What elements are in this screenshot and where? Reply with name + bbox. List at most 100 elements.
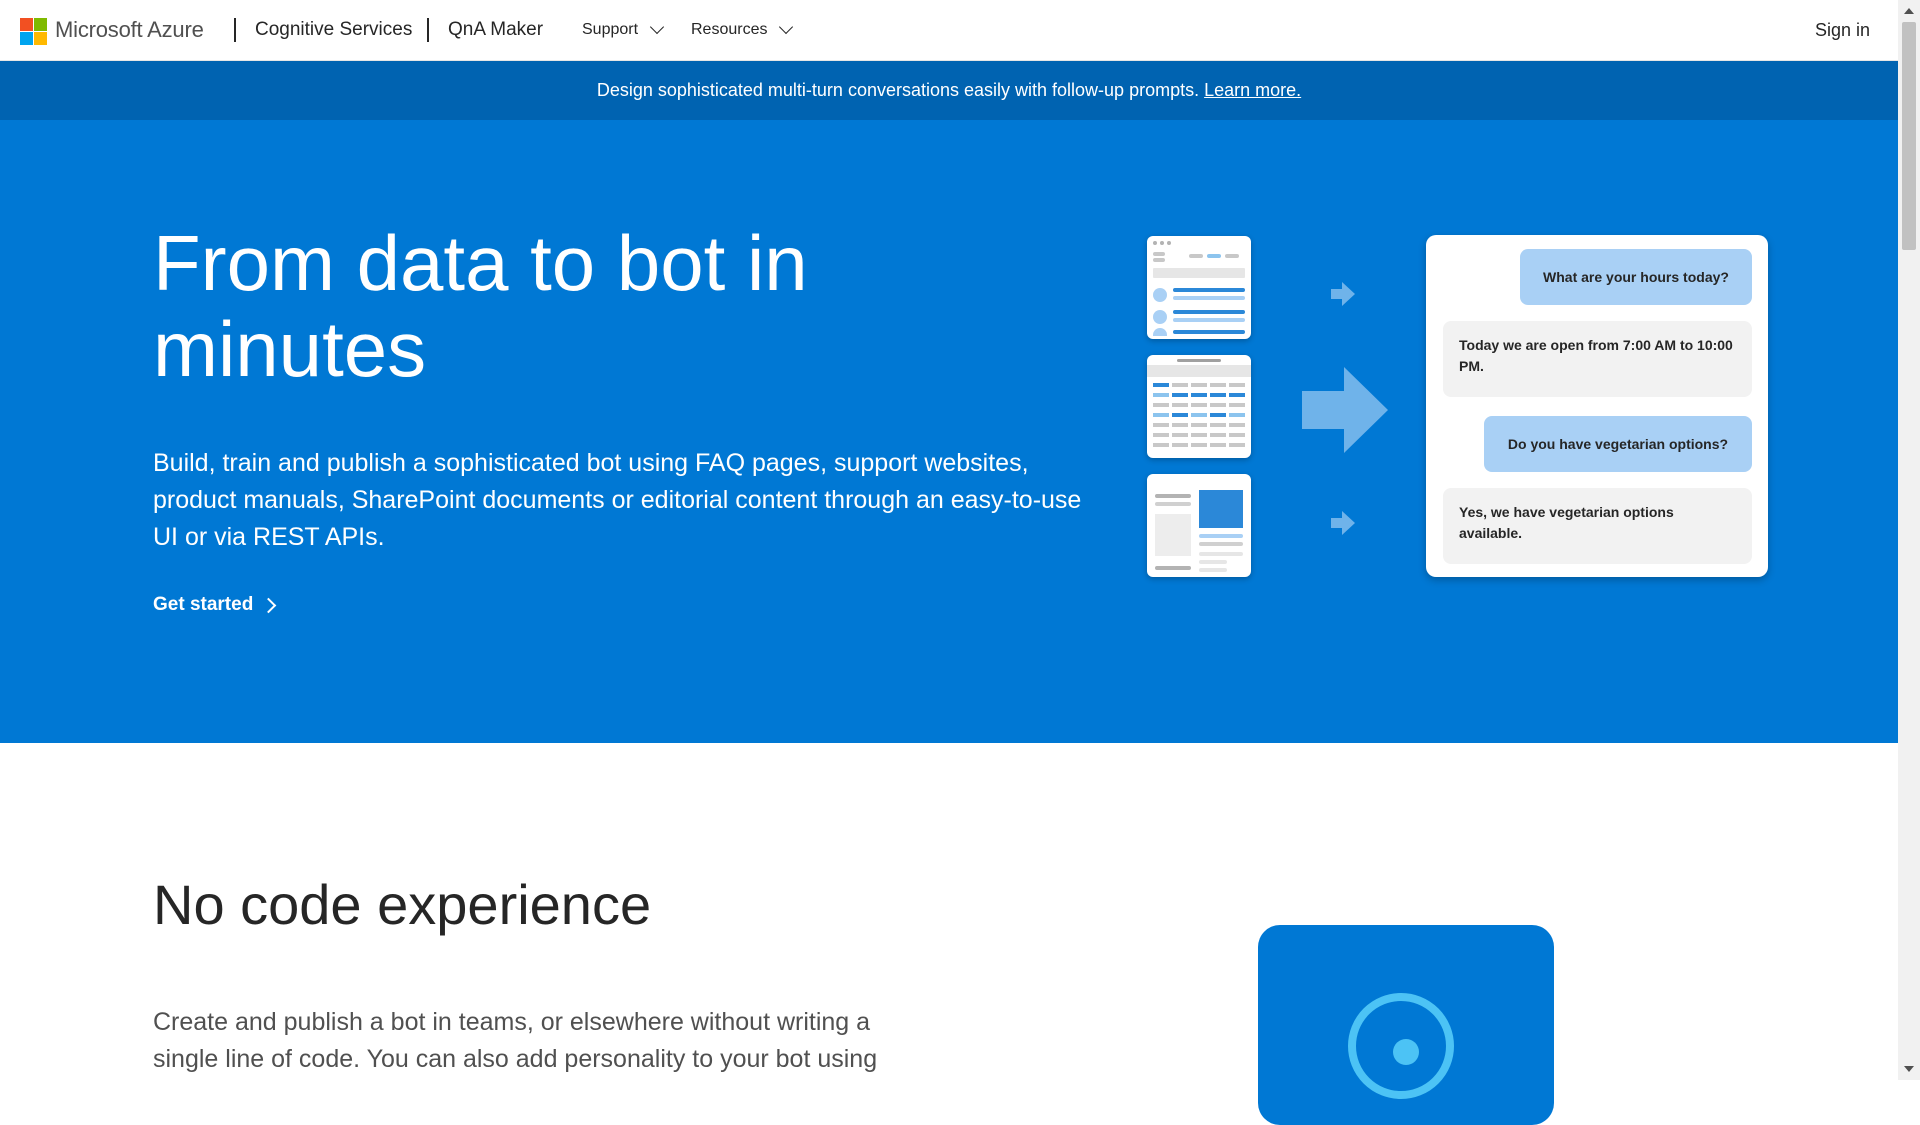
cell bbox=[1210, 423, 1226, 427]
brand-link[interactable]: Microsoft Azure bbox=[55, 17, 204, 43]
arrow-right-icon bbox=[1302, 367, 1388, 453]
cell bbox=[1191, 423, 1207, 427]
cell bbox=[1229, 443, 1245, 447]
cell bbox=[1229, 413, 1245, 417]
arrow-right-icon bbox=[1331, 282, 1355, 306]
cell bbox=[1210, 393, 1226, 397]
text-line bbox=[1199, 560, 1227, 564]
chevron-down-icon bbox=[649, 19, 665, 35]
cell bbox=[1210, 443, 1226, 447]
cell bbox=[1210, 383, 1226, 387]
support-menu-label: Support bbox=[582, 21, 639, 38]
text-line bbox=[1199, 542, 1243, 546]
text-line bbox=[1173, 296, 1245, 300]
cognitive-services-link[interactable]: Cognitive Services bbox=[255, 19, 412, 41]
cell bbox=[1229, 433, 1245, 437]
scroll-up-icon[interactable] bbox=[1904, 8, 1914, 14]
support-menu[interactable]: Support bbox=[582, 19, 665, 39]
cell bbox=[1191, 433, 1207, 437]
cell bbox=[1191, 383, 1207, 387]
scrollbar-thumb[interactable] bbox=[1902, 22, 1916, 250]
cell bbox=[1229, 423, 1245, 427]
chat-window: What are your hours today? Today we are … bbox=[1426, 235, 1768, 577]
qna-maker-link[interactable]: QnA Maker bbox=[448, 19, 543, 41]
cell bbox=[1153, 433, 1169, 437]
cell bbox=[1172, 383, 1188, 387]
chat-bubble-user: What are your hours today? bbox=[1520, 249, 1752, 305]
cell bbox=[1153, 383, 1169, 387]
section-description: Create and publish a bot in teams, or el… bbox=[153, 1008, 878, 1073]
cell bbox=[1172, 433, 1188, 437]
cell bbox=[1172, 443, 1188, 447]
text-line bbox=[1199, 568, 1227, 572]
cell bbox=[1229, 403, 1245, 407]
resources-menu[interactable]: Resources bbox=[691, 19, 794, 39]
chat-bubble-bot: Today we are open from 7:00 AM to 10:00 … bbox=[1443, 321, 1752, 397]
nav-separator bbox=[427, 18, 429, 42]
avatar-circle bbox=[1153, 328, 1167, 336]
hero-description: Build, train and publish a sophisticated… bbox=[153, 449, 1082, 551]
sharepoint-document-illustration bbox=[1147, 474, 1251, 577]
dot-icon bbox=[1160, 241, 1164, 245]
nav-separator bbox=[234, 18, 236, 42]
chevron-down-icon bbox=[779, 19, 794, 35]
cell bbox=[1172, 423, 1188, 427]
get-started-label: Get started bbox=[153, 594, 254, 615]
cell bbox=[1153, 423, 1169, 427]
text-line bbox=[1199, 552, 1243, 556]
logo-square-red bbox=[20, 18, 33, 31]
chevron-right-icon bbox=[261, 597, 277, 613]
target-dot-icon bbox=[1393, 1039, 1419, 1065]
nav-line bbox=[1189, 254, 1203, 258]
text-line bbox=[1155, 494, 1191, 498]
chat-bubble-bot: Yes, we have vegetarian options availabl… bbox=[1443, 488, 1752, 564]
get-started-link[interactable]: Get started bbox=[153, 594, 277, 616]
cell bbox=[1191, 413, 1207, 417]
resources-menu-label: Resources bbox=[691, 21, 768, 38]
avatar-circle bbox=[1153, 288, 1167, 302]
arrow-right-icon bbox=[1331, 511, 1355, 535]
text-line bbox=[1173, 318, 1245, 322]
table-grid bbox=[1153, 383, 1245, 447]
dot-icon bbox=[1153, 241, 1157, 245]
text-block bbox=[1155, 514, 1191, 556]
section-title: No code experience bbox=[153, 873, 652, 936]
hero-title: From data to bot in minutes bbox=[153, 219, 808, 393]
page-scrollbar[interactable] bbox=[1898, 0, 1920, 1080]
learn-more-link[interactable]: Learn more. bbox=[1204, 80, 1301, 101]
top-navigation: Microsoft Azure Cognitive Services QnA M… bbox=[0, 0, 1898, 61]
announcement-banner: Design sophisticated multi-turn conversa… bbox=[0, 61, 1898, 120]
text-line bbox=[1199, 534, 1243, 538]
cell bbox=[1210, 433, 1226, 437]
cell bbox=[1172, 403, 1188, 407]
scroll-down-icon[interactable] bbox=[1904, 1066, 1914, 1072]
cell bbox=[1210, 403, 1226, 407]
sign-in-link[interactable]: Sign in bbox=[1815, 20, 1870, 41]
logo-square-blue bbox=[20, 32, 33, 45]
nav-line bbox=[1225, 254, 1239, 258]
product-manual-illustration bbox=[1147, 355, 1251, 458]
image-block bbox=[1199, 490, 1243, 528]
cell bbox=[1153, 393, 1169, 397]
menu-line bbox=[1153, 252, 1165, 256]
cell bbox=[1153, 403, 1169, 407]
avatar-circle bbox=[1153, 310, 1167, 324]
cell bbox=[1172, 413, 1188, 417]
microsoft-logo-icon[interactable] bbox=[20, 18, 47, 45]
text-line bbox=[1173, 330, 1245, 334]
logo-square-green bbox=[34, 18, 47, 31]
cell bbox=[1229, 383, 1245, 387]
dot-icon bbox=[1167, 241, 1171, 245]
title-line bbox=[1177, 359, 1221, 362]
cell bbox=[1153, 413, 1169, 417]
chat-bubble-user: Do you have vegetarian options? bbox=[1484, 416, 1752, 472]
faq-page-illustration bbox=[1147, 236, 1251, 339]
cell bbox=[1191, 393, 1207, 397]
cell bbox=[1191, 443, 1207, 447]
cell bbox=[1210, 413, 1226, 417]
text-line bbox=[1173, 310, 1245, 314]
banner-block bbox=[1153, 268, 1245, 278]
logo-square-yellow bbox=[34, 32, 47, 45]
text-line bbox=[1155, 502, 1191, 506]
text-line bbox=[1173, 288, 1245, 292]
